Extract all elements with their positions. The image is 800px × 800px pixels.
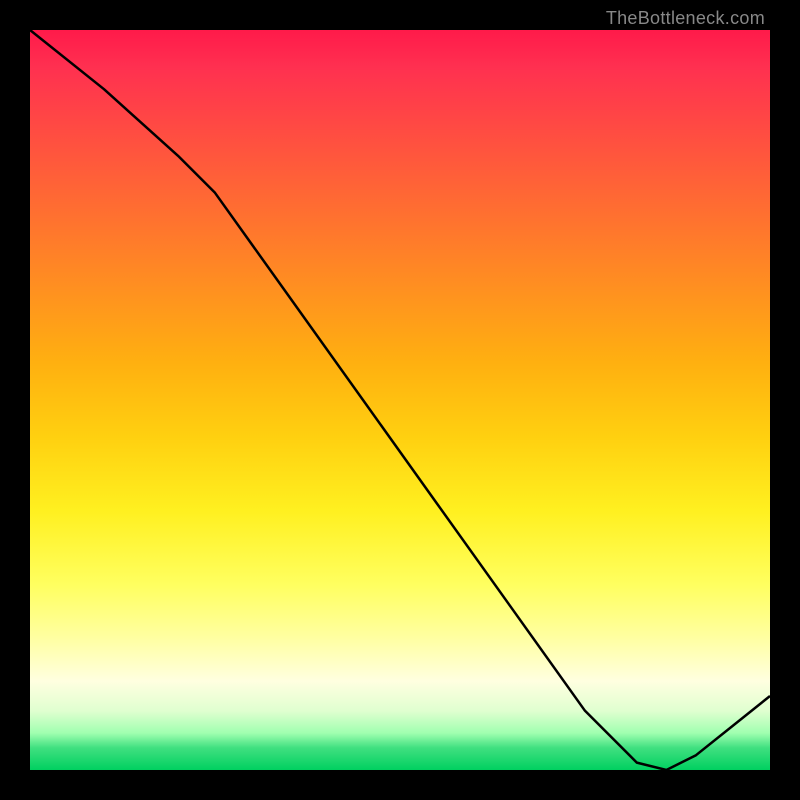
plot-area: [30, 30, 770, 770]
chart-container: TheBottleneck.com: [0, 0, 800, 800]
watermark-text: TheBottleneck.com: [606, 8, 765, 29]
bottleneck-curve: [30, 30, 770, 770]
